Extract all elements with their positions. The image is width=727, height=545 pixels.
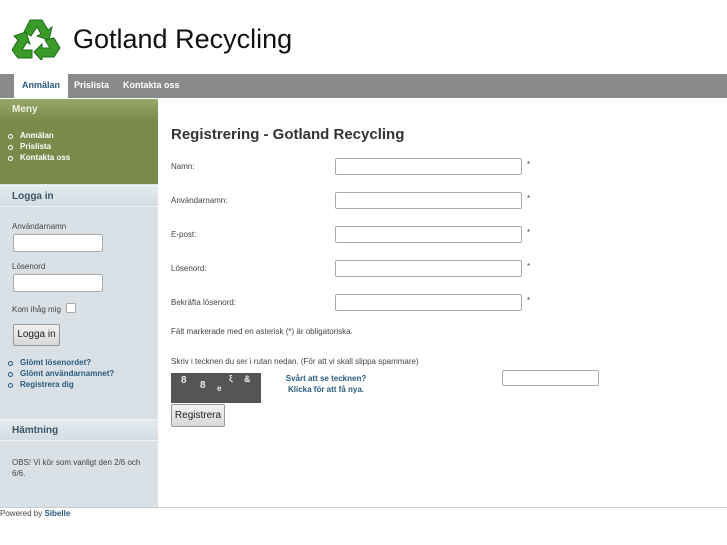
required-marker: * [527,194,531,203]
site-title: Gotland Recycling [73,24,293,54]
login-password-input[interactable] [13,274,103,292]
tab-prislista[interactable]: Prislista [66,74,117,98]
menu-heading: Meny [0,99,158,121]
login-username-input[interactable] [13,234,103,252]
captcha-char: & [244,374,251,384]
recycling-logo [12,19,61,60]
required-marker: * [527,262,531,271]
captcha-input[interactable] [502,370,599,386]
username-label: Användarnamn [12,222,67,231]
refresh-captcha-link[interactable]: Svårt att se tecknen? Klicka för att få n… [271,373,381,395]
login-button[interactable]: Logga in [13,324,60,346]
name-input[interactable] [335,158,522,175]
required-marker: * [527,160,531,169]
footer: Powered by Sibelle [0,507,727,518]
register-link[interactable]: Registrera dig [0,379,114,390]
username-field-label: Användarnamn: [171,196,228,205]
remember-label: Kom ihåg mig [12,305,61,314]
captcha-image: 8 8 e ξ & [171,373,261,403]
username-input[interactable] [335,192,522,209]
captcha-instruction: Skriv i tecknen du ser i rutan nedan. (F… [171,357,419,366]
required-marker: * [527,228,531,237]
forgot-password-link[interactable]: Glömt lösenordet? [0,357,114,368]
confirm-password-input[interactable] [335,294,522,311]
password-field-label: Lösenord: [171,264,207,273]
page-title: Registrering - Gotland Recycling [171,126,405,143]
required-marker: * [527,296,531,305]
email-input[interactable] [335,226,522,243]
required-note: Fält markerade med en asterisk (*) är ob… [171,327,353,336]
footer-prefix: Powered by [0,509,43,518]
tab-kontakta-oss[interactable]: Kontakta oss [115,74,188,98]
register-button[interactable]: Registrera [171,404,225,427]
tab-anmalan[interactable]: Anmälan [14,74,69,99]
captcha-help-line: Klicka för att få nya. [287,385,365,394]
captcha-char: 8 [181,375,187,386]
email-label: E-post: [171,230,197,239]
confirm-password-label: Bekräfta lösenord: [171,298,236,307]
pickup-text: OBS! Vi kör som vanligt den 2/6 och 6/6. [12,458,141,478]
pickup-heading: Hämtning [0,419,158,441]
menu-item-prislista[interactable]: Prislista [0,141,70,152]
captcha-char: e [217,384,222,393]
remember-checkbox[interactable] [66,303,76,313]
password-input[interactable] [335,260,522,277]
sidebar: Meny Anmälan Prislista Kontakta oss Logg… [0,99,158,507]
forgot-username-link[interactable]: Glömt användarnamnet? [0,368,114,379]
menu-item-anmalan[interactable]: Anmälan [0,130,70,141]
sibelle-link[interactable]: Sibelle [44,509,70,518]
top-nav: Anmälan Prislista Kontakta oss [0,74,727,99]
captcha-help-line: Svårt att se tecknen? [285,374,367,383]
menu-item-kontakta-oss[interactable]: Kontakta oss [0,152,70,163]
name-label: Namn: [171,162,195,171]
captcha-char: 8 [200,380,206,391]
captcha-char: ξ [229,374,233,383]
password-label: Lösenord [12,262,46,271]
menu-block: Meny Anmälan Prislista Kontakta oss [0,99,158,184]
login-heading: Logga in [0,185,158,207]
